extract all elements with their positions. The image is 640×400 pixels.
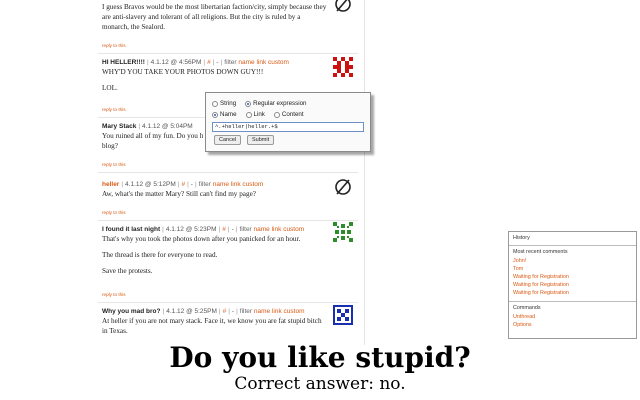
comment-thread: I guess Bravos would be the most liberta… (92, 0, 365, 345)
comment-divider (98, 53, 358, 54)
avatar-identicon (333, 57, 353, 77)
filter-label: filter (239, 226, 252, 233)
comment-date: 4.1.12 @ 5:23PM (165, 226, 217, 233)
filter-pattern-input[interactable]: ^.+heller|heller.+$ (212, 122, 364, 132)
comment-divider (98, 220, 358, 221)
recent-comment-link[interactable]: John! (513, 258, 526, 264)
commands-heading: Commands (513, 305, 541, 311)
content-label: Content (281, 111, 304, 118)
options-command[interactable]: Options (513, 322, 532, 328)
comment-divider (98, 302, 358, 303)
name-label: Name (220, 111, 237, 118)
filter-link-link[interactable]: link (256, 59, 266, 66)
filter-link-link[interactable]: link (272, 226, 282, 233)
string-option[interactable]: String (212, 100, 236, 107)
comment-date: 4.1.12 @ 5:04PM (142, 123, 193, 130)
recent-comment-link[interactable]: Waiting for Registration (513, 274, 569, 280)
string-label: String (220, 100, 237, 107)
reply-link[interactable]: reply to this (102, 210, 126, 215)
null-avatar-icon (335, 179, 351, 195)
regex-option[interactable]: Regular expression (245, 100, 306, 107)
avatar-identicon (333, 222, 353, 242)
recent-comment-link[interactable]: Waiting for Registration (513, 282, 569, 288)
filter-link-link[interactable]: link (231, 181, 241, 188)
comment-author: Mary Stack (102, 123, 137, 130)
recent-comment-link[interactable]: Waiting for Registration (513, 290, 569, 296)
filter-custom-link[interactable]: custom (284, 308, 305, 315)
content-radio[interactable] (273, 111, 280, 118)
history-title: History (513, 235, 530, 241)
filter-label: filter (239, 308, 253, 315)
comment-date: 4.1.12 @ 5:25PM (166, 308, 217, 315)
content-option[interactable]: Content (273, 111, 304, 118)
filter-custom-link[interactable]: custom (242, 181, 263, 188)
comment-divider (98, 172, 358, 173)
history-divider (509, 245, 636, 246)
link-option[interactable]: Link (245, 111, 265, 118)
filter-label: filter (198, 181, 211, 188)
comment-text: I guess Bravos would be the most liberta… (102, 3, 327, 31)
reply-link[interactable]: reply to this (102, 107, 126, 112)
name-option[interactable]: Name (212, 111, 237, 118)
comment-text: Save the protests. (102, 267, 153, 275)
recent-comment-link[interactable]: Tom (513, 266, 523, 272)
comment: I found it last night | 4.1.12 @ 5:23PM | # |… (102, 225, 358, 282)
comment-text: WHY'D YOU TAKE YOUR PHOTOS DOWN GUY!!! (102, 68, 264, 76)
filter-label: filter (224, 59, 237, 66)
name-radio[interactable] (212, 111, 218, 118)
comment-author: I found it last night (102, 226, 161, 233)
reply-link[interactable]: reply to this (102, 292, 126, 297)
filter-name-link[interactable]: name (254, 226, 270, 233)
regex-radio[interactable] (245, 100, 252, 107)
recent-comments-heading: Most recent comments (513, 249, 568, 255)
match-type-row: String Regular expression (212, 100, 306, 107)
reply-link[interactable]: reply to this (102, 43, 126, 48)
caption-title: Do you like stupid? (169, 341, 471, 374)
filter-name-link[interactable]: name (213, 181, 229, 188)
comment-body: I guess Bravos would be the most liberta… (102, 2, 358, 38)
field-row: Name Link Content (212, 111, 304, 118)
filter-custom-link[interactable]: custom (268, 59, 289, 66)
filter-name-link[interactable]: name (254, 308, 270, 315)
comment-text: That's why you took the photos down afte… (102, 235, 301, 243)
comment-body: That's why you took the photos down afte… (102, 234, 358, 276)
comment-date: 4.1.12 @ 5:12PM (125, 181, 176, 188)
filter-link-link[interactable]: link (272, 308, 282, 315)
submit-button[interactable]: Submit (247, 135, 275, 145)
comment-author: Why you mad bro? (102, 308, 161, 315)
custom-filter-dialog: String Regular expression Name Link Cont… (205, 92, 371, 152)
comment-author-link[interactable]: heller (102, 181, 119, 188)
comment-body: At heller if you are not mary stack. Fac… (102, 316, 358, 336)
cancel-button[interactable]: Cancel (214, 135, 242, 145)
comment-author: HI HELLER!!!! (102, 59, 145, 66)
unthread-command[interactable]: Unthread (513, 314, 535, 320)
comment-header: Why you mad bro? | 4.1.12 @ 5:25PM | # | - | fil… (102, 308, 305, 315)
reply-link[interactable]: reply to this (102, 162, 126, 167)
comment-body: WHY'D YOU TAKE YOUR PHOTOS DOWN GUY!!! L… (102, 67, 358, 93)
link-label: Link (253, 111, 265, 118)
history-divider (509, 301, 636, 302)
comment-header: I found it last night | 4.1.12 @ 5:23PM | # |… (102, 226, 305, 233)
caption-subtitle: Correct answer: no. (234, 374, 406, 394)
comment-header: HI HELLER!!!! | 4.1.12 @ 4:56PM | # | - | filter… (102, 59, 289, 66)
comment-text: The thread is there for everyone to read… (102, 251, 218, 259)
link-radio[interactable] (245, 111, 252, 118)
avatar-identicon (333, 305, 353, 325)
comment-date: 4.1.12 @ 4:56PM (150, 59, 202, 66)
comment-header: heller | 4.1.12 @ 5:12PM | # | - | filter name l… (102, 181, 264, 188)
comment: Why you mad bro? | 4.1.12 @ 5:25PM | # | - | fil… (102, 307, 358, 342)
string-radio[interactable] (212, 100, 218, 107)
history-panel: History Most recent comments John! Tom W… (508, 231, 637, 339)
comment-body: Aw, what's the matter Mary? Still can't … (102, 189, 358, 199)
comment-text: Aw, what's the matter Mary? Still can't … (102, 190, 256, 198)
null-avatar-icon (335, 0, 351, 12)
comment-text: At heller if you are not mary stack. Fac… (102, 317, 322, 335)
filter-custom-link[interactable]: custom (283, 226, 304, 233)
filter-name-link[interactable]: name (238, 59, 254, 66)
comment: heller | 4.1.12 @ 5:12PM | # | - | filter name l… (102, 180, 358, 205)
regex-label: Regular expression (253, 100, 307, 107)
